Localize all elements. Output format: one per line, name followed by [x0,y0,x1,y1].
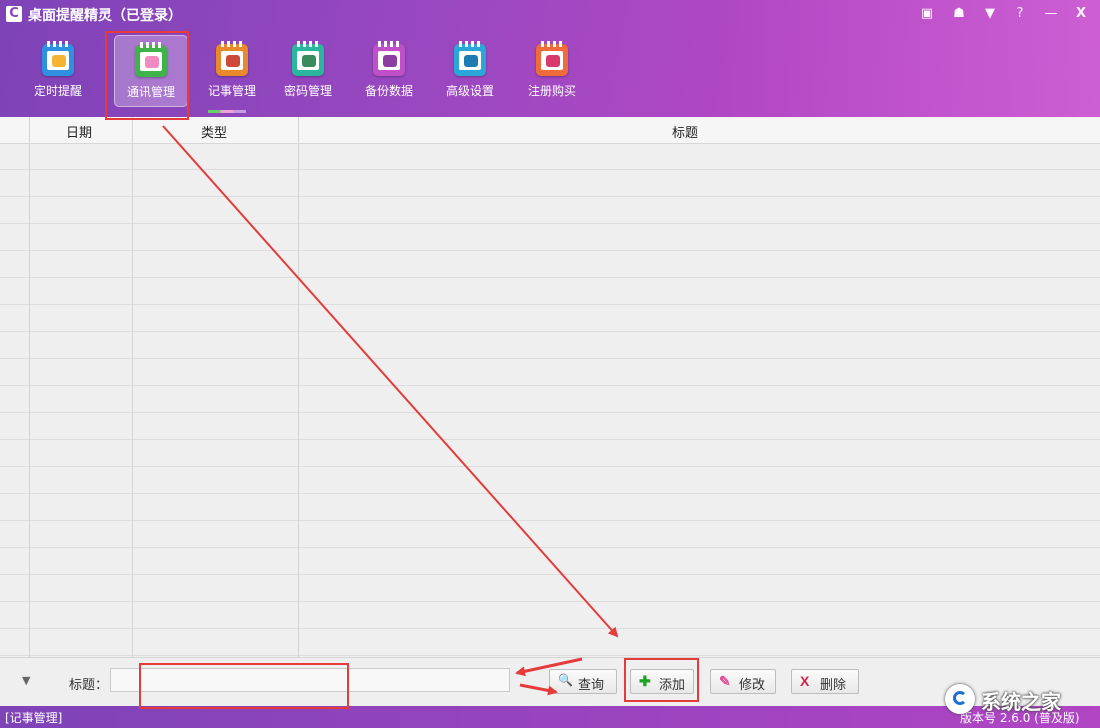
calendar-icon[interactable]: ▣ [916,4,938,24]
title-bar: C 桌面提醒精灵（已登录） ▣ ☗ ▼ ? — X [0,0,1100,28]
title-field-label: 标题： [69,678,109,693]
nav-item-register-buy[interactable]: 注册购买 [516,35,588,105]
shopping-cart-icon [536,41,568,76]
notepad-pencil-icon [216,41,248,76]
edit-button-label: 修改 [739,677,766,692]
app-logo-icon: C [6,6,22,22]
floppy-disk-icon [373,41,405,76]
status-current-module: [记事管理] [5,711,63,725]
pencil-icon: ✎ [719,673,731,689]
watermark-logo-icon [945,684,975,714]
nav-item-notes[interactable]: 记事管理 [196,35,268,105]
nav-label: 定时提醒 [33,84,82,98]
nav-item-backup[interactable]: 备份数据 [353,35,425,105]
app-window: C 桌面提醒精灵（已登录） ▣ ☗ ▼ ? — X 定时提醒 通讯管理 记事管理 [0,0,1100,728]
notes-table: 日期 类型 标题 [0,117,1100,657]
lock-icon [292,41,324,76]
query-button-label: 查询 [578,677,605,692]
active-tab-indicator [208,110,246,113]
status-bar: [记事管理] 版本号 2.6.0 (普及版) [0,706,1100,728]
table-row-lines [0,143,1100,657]
query-button[interactable]: 🔍 查询 [549,669,617,694]
nav-item-passwords[interactable]: 密码管理 [272,35,344,105]
nav-label: 高级设置 [445,84,494,98]
edit-button[interactable]: ✎ 修改 [710,669,776,694]
nav-label: 备份数据 [364,84,413,98]
alarm-clock-icon [42,41,74,76]
expand-toggle-icon[interactable]: ▼ [22,674,30,687]
minimize-icon[interactable]: — [1040,4,1062,24]
annotation-box-input [139,663,349,709]
nav-item-timed-reminder[interactable]: 定时提醒 [22,35,94,105]
annotation-box-add [624,658,699,702]
delete-button[interactable]: X 删除 [791,669,859,694]
menu-dropdown-icon[interactable]: ▼ [979,4,1001,24]
help-icon[interactable]: ? [1009,4,1031,24]
nav-label: 记事管理 [207,84,256,98]
delete-button-label: 删除 [820,677,847,692]
gear-icon [454,41,486,76]
annotation-box-contacts [105,31,189,120]
delete-x-icon: X [800,673,810,689]
nav-item-advanced-settings[interactable]: 高级设置 [434,35,506,105]
nav-label: 注册购买 [527,84,576,98]
table-header: 日期 类型 标题 [0,117,1100,144]
column-header-title[interactable]: 标题 [672,122,698,141]
column-divider[interactable] [132,117,133,657]
nav-label: 密码管理 [283,84,332,98]
close-icon[interactable]: X [1070,4,1092,24]
skin-icon[interactable]: ☗ [948,4,970,24]
watermark: 系统之家 [945,682,1095,722]
watermark-text: 系统之家 [981,690,1061,714]
column-header-type[interactable]: 类型 [201,122,227,141]
column-divider [29,117,30,657]
column-divider[interactable] [298,117,299,657]
app-title: 桌面提醒精灵（已登录） [28,8,182,24]
magnifier-icon: 🔍 [558,673,573,687]
column-header-date[interactable]: 日期 [66,122,92,141]
